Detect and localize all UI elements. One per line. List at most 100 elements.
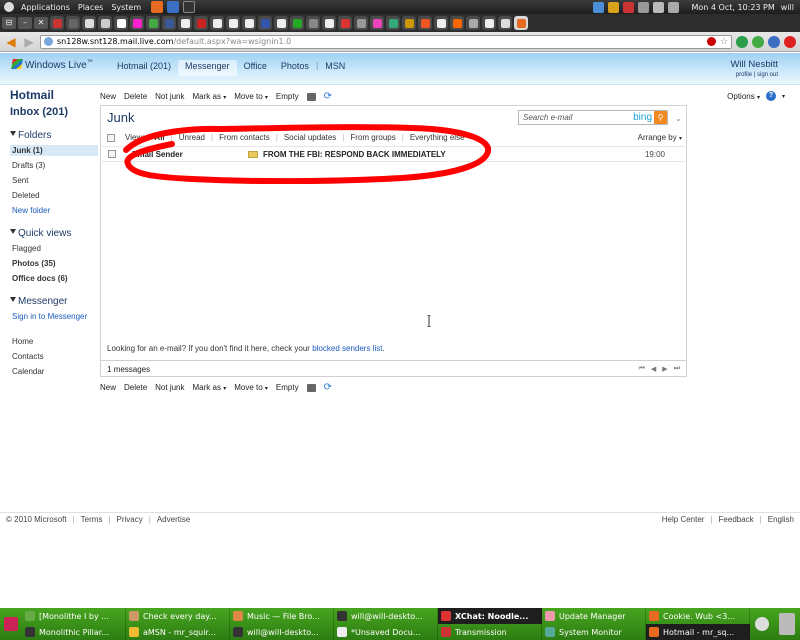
filter-everything-else[interactable]: Everything else xyxy=(410,133,465,142)
new-button[interactable]: New xyxy=(100,383,116,392)
browser-tab[interactable] xyxy=(146,16,160,30)
menu-system[interactable]: System xyxy=(107,3,145,12)
language-link[interactable]: English xyxy=(768,515,794,524)
inbox-link[interactable]: Inbox (201) xyxy=(10,106,98,118)
network-icon[interactable] xyxy=(638,1,650,13)
stop-icon[interactable] xyxy=(706,37,716,46)
browser-tab[interactable] xyxy=(498,16,512,30)
taskbar-item[interactable]: will@will-deskto... xyxy=(230,624,334,640)
advertise-link[interactable]: Advertise xyxy=(157,515,190,524)
refresh-icon[interactable]: ⟳ xyxy=(324,382,332,393)
message-sender[interactable]: Email Sender xyxy=(132,150,248,159)
taskbar-item[interactable]: aMSN - mr_squir... xyxy=(126,624,230,640)
arrange-by-menu[interactable]: Arrange by ▾ xyxy=(638,133,682,142)
filter-from-groups[interactable]: From groups xyxy=(350,133,395,142)
taskbar-item[interactable]: *Unsaved Docu... xyxy=(334,624,438,640)
browser-tab[interactable] xyxy=(162,16,176,30)
filter-from-contacts[interactable]: From contacts xyxy=(219,133,270,142)
nav-photos[interactable]: Photos xyxy=(274,60,316,76)
browser-tab[interactable] xyxy=(98,16,112,30)
browser-tab[interactable] xyxy=(178,16,192,30)
tray-update-icon[interactable] xyxy=(608,1,620,13)
browser-tab[interactable] xyxy=(258,16,272,30)
message-subject[interactable]: FROM THE FBI: RESPOND BACK IMMEDIATELY xyxy=(263,150,446,159)
calendar-link[interactable]: Calendar xyxy=(10,366,98,377)
print-icon[interactable] xyxy=(306,383,316,392)
options-menu[interactable]: Options ▾ xyxy=(727,92,760,101)
mail-icon[interactable] xyxy=(653,1,665,13)
taskbar-item-xchat[interactable]: XChat: Noodle... xyxy=(438,608,542,624)
browser-tab[interactable] xyxy=(274,16,288,30)
messenger-heading[interactable]: Messenger xyxy=(10,296,98,307)
folder-drafts[interactable]: Drafts (3) xyxy=(10,160,98,171)
show-desktop-icon[interactable] xyxy=(4,617,18,631)
new-button[interactable]: New xyxy=(100,92,116,101)
message-checkbox[interactable] xyxy=(108,150,116,158)
browser-tab-active[interactable] xyxy=(514,16,528,30)
quick-office-docs[interactable]: Office docs (6) xyxy=(10,273,98,284)
volume-icon[interactable] xyxy=(668,1,680,13)
browser-tab[interactable] xyxy=(50,16,64,30)
folders-heading[interactable]: Folders xyxy=(10,130,98,141)
extension-icon[interactable] xyxy=(768,35,780,48)
feedback-link[interactable]: Feedback xyxy=(719,515,754,524)
browser-tab[interactable] xyxy=(354,16,368,30)
folder-sent[interactable]: Sent xyxy=(10,175,98,186)
browser-tab[interactable] xyxy=(226,16,240,30)
filter-social-updates[interactable]: Social updates xyxy=(284,133,336,142)
quick-photos[interactable]: Photos (35) xyxy=(10,258,98,269)
browser-tab[interactable] xyxy=(210,16,224,30)
delete-button[interactable]: Delete xyxy=(124,383,147,392)
window-menu-icon[interactable]: ⊟ xyxy=(2,17,16,29)
taskbar-item[interactable]: System Monitor xyxy=(542,624,646,640)
firefox-icon[interactable] xyxy=(151,1,164,13)
close-icon[interactable]: ✕ xyxy=(34,17,48,29)
caret-down-icon[interactable]: ▾ xyxy=(782,93,785,100)
taskbar-item[interactable]: Monolithic Pillar... xyxy=(22,624,126,640)
extension-icon[interactable] xyxy=(784,35,796,48)
filter-all[interactable]: All xyxy=(154,133,164,142)
hotmail-title[interactable]: Hotmail xyxy=(10,88,98,102)
first-page-icon[interactable]: ⏮ xyxy=(639,365,645,373)
empty-button[interactable]: Empty xyxy=(276,383,299,392)
browser-tab[interactable] xyxy=(434,16,448,30)
browser-tab[interactable] xyxy=(482,16,496,30)
table-row[interactable]: Email Sender FROM THE FBI: RESPOND BACK … xyxy=(102,146,685,162)
not-junk-button[interactable]: Not junk xyxy=(155,92,184,101)
terms-link[interactable]: Terms xyxy=(81,515,103,524)
extension-icon[interactable] xyxy=(752,35,764,48)
menu-applications[interactable]: Applications xyxy=(17,3,74,12)
last-page-icon[interactable]: ⏭ xyxy=(674,365,680,373)
browser-tab[interactable] xyxy=(130,16,144,30)
nav-messenger[interactable]: Messenger xyxy=(178,60,237,76)
browser-tab[interactable] xyxy=(466,16,480,30)
browser-tab[interactable] xyxy=(114,16,128,30)
prev-page-icon[interactable]: ◀ xyxy=(651,365,656,373)
next-page-icon[interactable]: ▶ xyxy=(662,365,667,373)
quick-views-heading[interactable]: Quick views xyxy=(10,228,98,239)
taskbar-item[interactable]: will@will-deskto... xyxy=(334,608,438,624)
delete-button[interactable]: Delete xyxy=(124,92,147,101)
browser-tab[interactable] xyxy=(82,16,96,30)
extension-icon[interactable] xyxy=(736,35,748,48)
taskbar-item[interactable]: Cookie. Wub <3... xyxy=(646,608,750,624)
browser-tab[interactable] xyxy=(322,16,336,30)
mark-as-menu[interactable]: Mark as ▾ xyxy=(193,92,227,101)
folder-junk[interactable]: Junk (1) xyxy=(10,145,98,156)
gnome-foot-icon[interactable] xyxy=(4,2,14,12)
nav-msn[interactable]: MSN xyxy=(318,60,352,76)
home-link[interactable]: Home xyxy=(10,336,98,347)
contacts-link[interactable]: Contacts xyxy=(10,351,98,362)
help-center-link[interactable]: Help Center xyxy=(662,515,705,524)
back-arrow-icon[interactable]: ◀ xyxy=(4,35,18,49)
terminal-icon[interactable] xyxy=(183,1,196,13)
browser-tab[interactable] xyxy=(290,16,304,30)
move-to-menu[interactable]: Move to ▾ xyxy=(234,92,268,101)
taskbar-item[interactable]: Check every day... xyxy=(126,608,230,624)
tray-xchat-icon[interactable] xyxy=(623,1,635,13)
signout-link[interactable]: sign out xyxy=(757,72,778,78)
windows-live-logo[interactable]: Windows Live™ xyxy=(11,59,93,71)
refresh-icon[interactable]: ⟳ xyxy=(324,91,332,102)
user-menu[interactable]: will xyxy=(781,3,794,12)
clock[interactable]: Mon 4 Oct, 10:23 PM xyxy=(691,3,774,12)
